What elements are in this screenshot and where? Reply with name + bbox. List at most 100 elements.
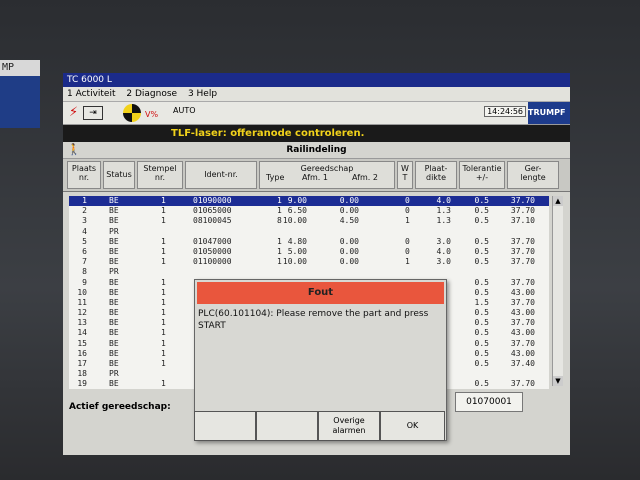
col-tolerantie[interactable]: Tolerantie +/- [459,161,505,189]
cell-nr: 1 [82,196,87,205]
cell-stempel: 1 [161,277,166,287]
overige-alarmen-button[interactable]: Overige alarmen [318,411,380,441]
cell-len: 43.00 [510,287,535,297]
cell-afm1: 4.80 [287,236,307,246]
cell-stempel: 1 [161,287,166,297]
cell-len: 37.70 [510,297,535,307]
cell-stempel: 1 [161,216,166,226]
cell-type: 8 [277,216,282,226]
cell-nr: 18 [77,369,87,379]
cell-stempel: 1 [161,236,166,246]
sticker-text: MP [0,60,40,76]
section-title: Railindeling [286,145,347,155]
cell-tol: 0.5 [474,338,489,348]
cell-stempel: 1 [161,206,166,216]
table-row[interactable]: 6 BE 1 01050000 1 5.00 0.00 0 4.0 0.5 37.70 [69,247,549,257]
mode-indicator: AUTO [173,106,196,115]
cell-status: BE [109,236,119,246]
cell-tol: 0.5 [474,348,489,358]
table-row[interactable]: 3 BE 1 08100045 8 10.00 4.50 1 1.3 0.5 37.10 [69,216,549,226]
cell-tol: 0.5 [474,246,489,256]
exit-icon[interactable]: ⇥ [83,106,103,120]
active-tool-ident: 01070001 [455,392,523,412]
col-wt[interactable]: W T [397,161,413,189]
cell-status: BE [109,216,119,226]
cell-len: 37.70 [510,246,535,256]
message-bar: TLF-laser: offeranode controleren. [63,125,570,142]
cell-tol: 0.5 [474,206,489,216]
cell-status: BE [109,206,119,216]
cell-status: BE [109,359,119,368]
cell-len: 37.40 [510,359,535,368]
cell-len: 43.00 [510,348,535,358]
cell-status: BE [109,196,119,205]
col-ident[interactable]: Ident-nr. [185,161,257,189]
cell-dikte: 4.0 [436,246,451,256]
cell-dikte: 1.3 [436,206,451,216]
table-row[interactable]: 4 PR [69,227,549,237]
scroll-down-icon[interactable]: ▼ [553,376,563,386]
cell-dikte: 3.0 [436,257,451,267]
cell-status: BE [109,328,119,338]
col-status[interactable]: Status [103,161,135,189]
window-titlebar: TC 6000 L [63,73,570,87]
menu-item-diagnose[interactable]: 2 Diagnose [126,89,177,99]
cell-stempel: 1 [161,308,166,318]
cell-afm1: 6.50 [287,206,307,216]
cell-afm1: 10.00 [282,257,307,267]
cell-nr: 11 [77,297,87,307]
menu-item-activiteit[interactable]: 1 Activiteit [67,89,116,99]
cell-status: BE [109,308,119,318]
col-plaats[interactable]: Plaats nr. [67,161,101,189]
cell-stempel: 1 [161,348,166,358]
cell-dikte: 1.3 [436,216,451,226]
cell-stempel: 1 [161,338,166,348]
cell-len: 37.70 [510,277,535,287]
table-row[interactable]: 7 BE 1 01100000 1 10.00 0.00 1 3.0 0.5 37.70 [69,257,549,267]
col-plaatdikte[interactable]: Plaat- dikte [415,161,457,189]
cell-stempel: 1 [161,297,166,307]
clock: 14:24:56 [484,106,526,117]
cell-status: BE [109,379,119,389]
cell-stempel: 1 [161,379,166,389]
col-gerlengte[interactable]: Ger- lengte [507,161,559,189]
softkey-2[interactable] [256,411,318,441]
col-type: Type [266,173,285,182]
table-row[interactable]: 2 BE 1 01065000 1 6.50 0.00 0 1.3 0.5 37.70 [69,206,549,216]
cell-len: 37.70 [510,196,535,205]
cell-nr: 8 [82,267,87,277]
cell-afm2: 0.00 [339,196,359,205]
cell-type: 1 [277,206,282,216]
cell-w: 0 [405,206,410,216]
cell-tol: 0.5 [474,379,489,389]
cell-w: 0 [405,236,410,246]
cell-stempel: 1 [161,246,166,256]
cell-len: 37.70 [510,257,535,267]
cell-tol: 0.5 [474,308,489,318]
cell-stempel: 1 [161,257,166,267]
table-row[interactable]: 8 PR [69,267,549,277]
cell-tol: 0.5 [474,328,489,338]
col-stempel[interactable]: Stempel nr. [137,161,183,189]
section-header: 🚶 Railindeling [63,142,570,159]
cell-nr: 6 [82,246,87,256]
col-gereedschap-title: Gereedschap [300,164,354,173]
table-row[interactable]: 1 BE 1 01090000 1 9.00 0.00 0 4.0 0.5 37.70 [69,196,549,207]
cell-tol: 1.5 [474,297,489,307]
table-row[interactable]: 5 BE 1 01047000 1 4.80 0.00 0 3.0 0.5 37.70 [69,237,549,247]
cell-w: 0 [405,196,410,205]
softkey-1[interactable] [194,411,256,441]
menu-bar: 1 Activiteit 2 Diagnose 3 Help [63,87,570,102]
ok-button[interactable]: OK [380,411,445,441]
table-scrollbar[interactable]: ▲ ▼ [552,196,563,386]
scroll-up-icon[interactable]: ▲ [553,196,563,206]
cell-w: 1 [405,216,410,226]
table-header: Plaats nr. Status Stempel nr. Ident-nr. … [63,159,570,192]
menu-item-help[interactable]: 3 Help [188,89,217,99]
cell-status: PR [109,267,119,277]
cell-nr: 10 [77,287,87,297]
col-gereedschap[interactable]: Gereedschap Type Afm. 1 Afm. 2 [259,161,395,189]
cell-type: 1 [277,236,282,246]
cell-nr: 13 [77,318,87,328]
col-afm1: Afm. 1 [302,173,328,182]
